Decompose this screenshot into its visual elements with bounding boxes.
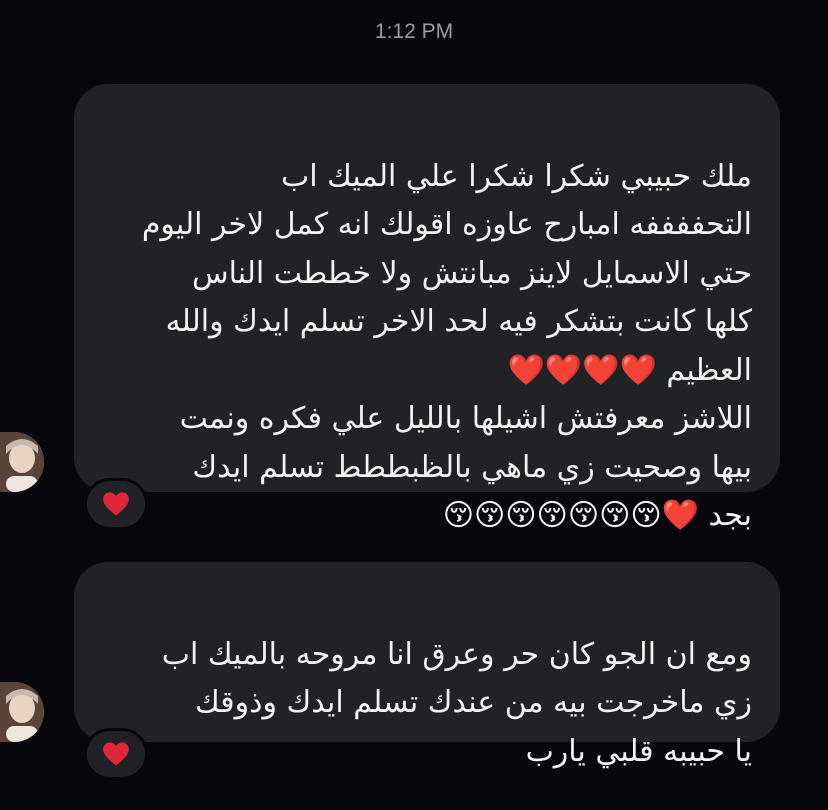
red-heart-icon <box>102 491 130 517</box>
message-text-1: ملك حبيبي شكرا شكرا علي الميك اب التحففف… <box>141 158 752 534</box>
message-timestamp: 1:12 PM <box>374 20 454 43</box>
message-bubble-1[interactable]: ملك حبيبي شكرا شكرا علي الميك اب التحففف… <box>74 84 780 533</box>
reaction-badge-1[interactable] <box>84 478 148 530</box>
message-text-2: ومع ان الجو كان حر وعرق انا مروحه بالميك… <box>161 636 752 769</box>
sender-avatar[interactable] <box>0 682 44 742</box>
reaction-badge-2[interactable] <box>84 728 148 780</box>
message-bubble-2[interactable]: ومع ان الجو كان حر وعرق انا مروحه بالميك… <box>74 562 780 769</box>
avatar-photo-icon <box>0 682 44 742</box>
avatar-photo-icon <box>0 432 44 492</box>
chat-view: 1:12 PM ملك حبيبي شكرا شكرا علي الميك اب… <box>0 0 828 810</box>
red-heart-icon <box>102 741 130 767</box>
sender-avatar[interactable] <box>0 432 44 492</box>
